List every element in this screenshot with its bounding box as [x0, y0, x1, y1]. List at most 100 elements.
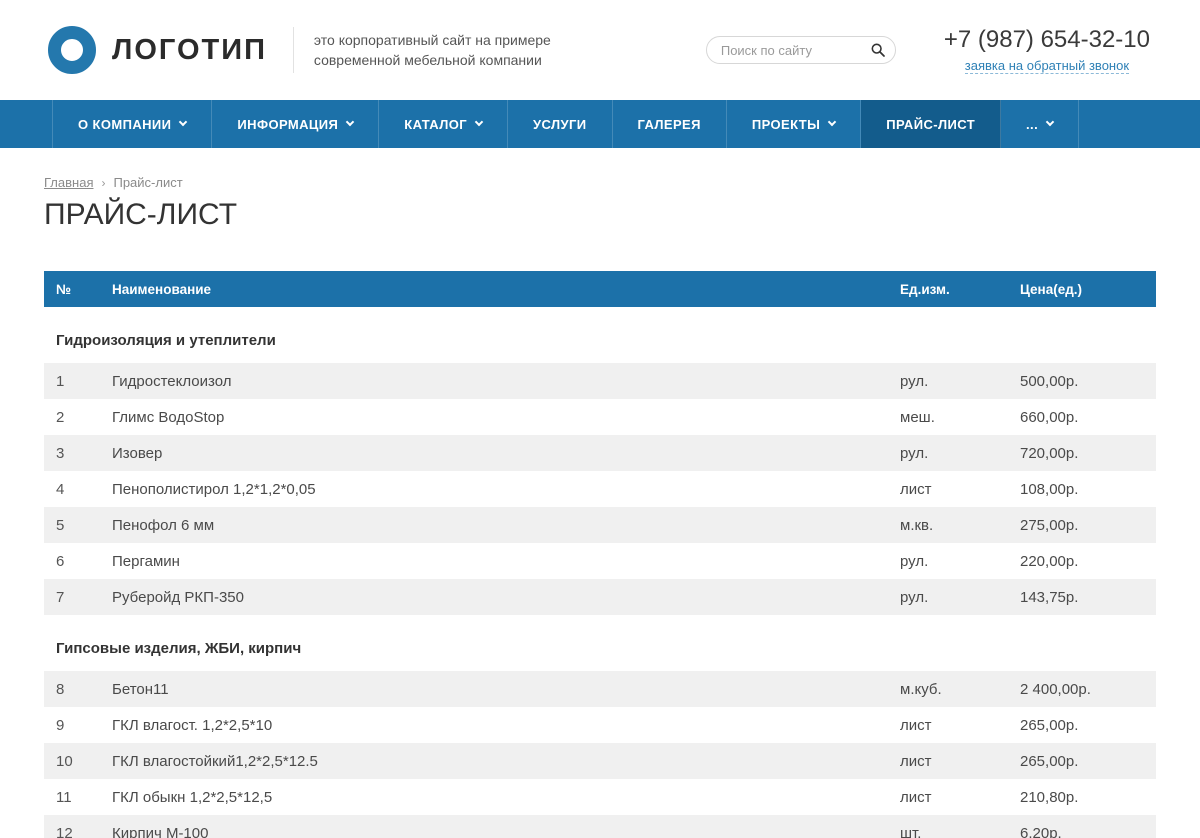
table-row: 2 Глимс ВодоStop меш. 660,00р. — [44, 399, 1156, 435]
phone-number: +7 (987) 654-32-10 — [944, 26, 1150, 54]
chevron-down-icon — [1046, 118, 1054, 126]
site-search — [706, 36, 896, 64]
row-name: Пенополистирол 1,2*1,2*0,05 — [112, 481, 900, 498]
row-unit: лист — [900, 717, 1020, 734]
chevron-down-icon — [475, 118, 483, 126]
row-number: 1 — [56, 373, 112, 390]
table-row: 6 Пергамин рул. 220,00р. — [44, 543, 1156, 579]
row-unit: рул. — [900, 589, 1020, 606]
nav-item-прайс-лист[interactable]: ПРАЙС-ЛИСТ — [861, 100, 1001, 148]
breadcrumb-home-link[interactable]: Главная — [44, 175, 93, 190]
nav-item-label: УСЛУГИ — [533, 117, 586, 132]
page-title: ПРАЙС-ЛИСТ — [44, 197, 1156, 233]
row-number: 2 — [56, 409, 112, 426]
chevron-down-icon — [828, 118, 836, 126]
table-row: 8 Бетон11 м.куб. 2 400,00р. — [44, 671, 1156, 707]
row-number: 4 — [56, 481, 112, 498]
nav-item-проекты[interactable]: ПРОЕКТЫ — [727, 100, 861, 148]
row-name: ГКЛ обыкн 1,2*2,5*12,5 — [112, 789, 900, 806]
table-row: 12 Кирпич М-100 шт. 6,20р. — [44, 815, 1156, 838]
logo[interactable]: ЛОГОТИП — [48, 26, 267, 74]
table-row: 5 Пенофол 6 мм м.кв. 275,00р. — [44, 507, 1156, 543]
row-price: 2 400,00р. — [1020, 681, 1156, 698]
row-unit: рул. — [900, 373, 1020, 390]
row-price: 143,75р. — [1020, 589, 1156, 606]
row-unit: лист — [900, 789, 1020, 806]
table-row: 11 ГКЛ обыкн 1,2*2,5*12,5 лист 210,80р. — [44, 779, 1156, 815]
row-unit: лист — [900, 753, 1020, 770]
nav-item-каталог[interactable]: КАТАЛОГ — [379, 100, 508, 148]
nav-item-label: ПРОЕКТЫ — [752, 117, 820, 132]
row-name: Глимс ВодоStop — [112, 409, 900, 426]
row-number: 3 — [56, 445, 112, 462]
row-name: ГКЛ влагост. 1,2*2,5*10 — [112, 717, 900, 734]
table-row: 10 ГКЛ влагостойкий1,2*2,5*12.5 лист 265… — [44, 743, 1156, 779]
row-number: 5 — [56, 517, 112, 534]
row-unit: м.куб. — [900, 681, 1020, 698]
row-number: 8 — [56, 681, 112, 698]
header-right: +7 (987) 654-32-10 заявка на обратный зв… — [706, 26, 1150, 74]
row-name: Руберойд РКП-350 — [112, 589, 900, 606]
row-price: 500,00р. — [1020, 373, 1156, 390]
breadcrumb: Главная › Прайс-лист — [44, 148, 1156, 190]
col-header-price: Цена(ед.) — [1020, 282, 1156, 297]
contact-block: +7 (987) 654-32-10 заявка на обратный зв… — [944, 26, 1150, 74]
nav-item-label: ИНФОРМАЦИЯ — [237, 117, 338, 132]
table-header-row: № Наименование Ед.изм. Цена(ед.) — [44, 271, 1156, 307]
row-number: 6 — [56, 553, 112, 570]
nav-item-информация[interactable]: ИНФОРМАЦИЯ — [212, 100, 379, 148]
table-row: 1 Гидростеклоизол рул. 500,00р. — [44, 363, 1156, 399]
row-name: ГКЛ влагостойкий1,2*2,5*12.5 — [112, 753, 900, 770]
row-price: 660,00р. — [1020, 409, 1156, 426]
site-tagline: это корпоративный сайт на примере соврем… — [314, 30, 551, 70]
search-icon[interactable] — [864, 37, 892, 63]
row-name: Кирпич М-100 — [112, 825, 900, 838]
callback-link[interactable]: заявка на обратный звонок — [965, 58, 1129, 74]
table-row: 4 Пенополистирол 1,2*1,2*0,05 лист 108,0… — [44, 471, 1156, 507]
col-header-number: № — [56, 282, 112, 297]
row-price: 265,00р. — [1020, 717, 1156, 734]
header-divider — [293, 27, 294, 73]
row-unit: м.кв. — [900, 517, 1020, 534]
logo-circle-icon — [48, 26, 96, 74]
row-number: 7 — [56, 589, 112, 606]
nav-item-о компании[interactable]: О КОМПАНИИ — [52, 100, 212, 148]
breadcrumb-current: Прайс-лист — [113, 175, 182, 190]
tagline-line-2: современной мебельной компании — [314, 50, 551, 70]
nav-item-услуги[interactable]: УСЛУГИ — [508, 100, 612, 148]
row-name: Бетон11 — [112, 681, 900, 698]
table-row: 9 ГКЛ влагост. 1,2*2,5*10 лист 265,00р. — [44, 707, 1156, 743]
nav-item-галерея[interactable]: ГАЛЕРЕЯ — [613, 100, 727, 148]
chevron-down-icon — [179, 118, 187, 126]
nav-item-label: ПРАЙС-ЛИСТ — [886, 117, 975, 132]
row-name: Гидростеклоизол — [112, 373, 900, 390]
row-number: 10 — [56, 753, 112, 770]
row-price: 108,00р. — [1020, 481, 1156, 498]
nav-item-label: О КОМПАНИИ — [78, 117, 171, 132]
nav-item-label: ГАЛЕРЕЯ — [638, 117, 701, 132]
col-header-unit: Ед.изм. — [900, 282, 1020, 297]
site-header: ЛОГОТИП это корпоративный сайт на пример… — [0, 0, 1200, 100]
row-price: 265,00р. — [1020, 753, 1156, 770]
table-body: Гидроизоляция и утеплители 1 Гидростекло… — [44, 307, 1156, 838]
row-name: Пенофол 6 мм — [112, 517, 900, 534]
breadcrumb-separator: › — [101, 176, 105, 190]
price-table: № Наименование Ед.изм. Цена(ед.) Гидроиз… — [44, 271, 1156, 838]
section-title: Гипсовые изделия, ЖБИ, кирпич — [44, 615, 1156, 671]
nav-item-...[interactable]: ... — [1001, 100, 1079, 148]
row-unit: меш. — [900, 409, 1020, 426]
row-number: 11 — [56, 789, 112, 806]
nav-item-label: КАТАЛОГ — [404, 117, 467, 132]
row-unit: лист — [900, 481, 1020, 498]
table-row: 7 Руберойд РКП-350 рул. 143,75р. — [44, 579, 1156, 615]
row-number: 12 — [56, 825, 112, 838]
row-price: 275,00р. — [1020, 517, 1156, 534]
row-unit: рул. — [900, 553, 1020, 570]
table-row: 3 Изовер рул. 720,00р. — [44, 435, 1156, 471]
tagline-line-1: это корпоративный сайт на примере — [314, 30, 551, 50]
section-title: Гидроизоляция и утеплители — [44, 307, 1156, 363]
row-price: 720,00р. — [1020, 445, 1156, 462]
chevron-down-icon — [346, 118, 354, 126]
row-name: Изовер — [112, 445, 900, 462]
col-header-name: Наименование — [112, 282, 900, 297]
